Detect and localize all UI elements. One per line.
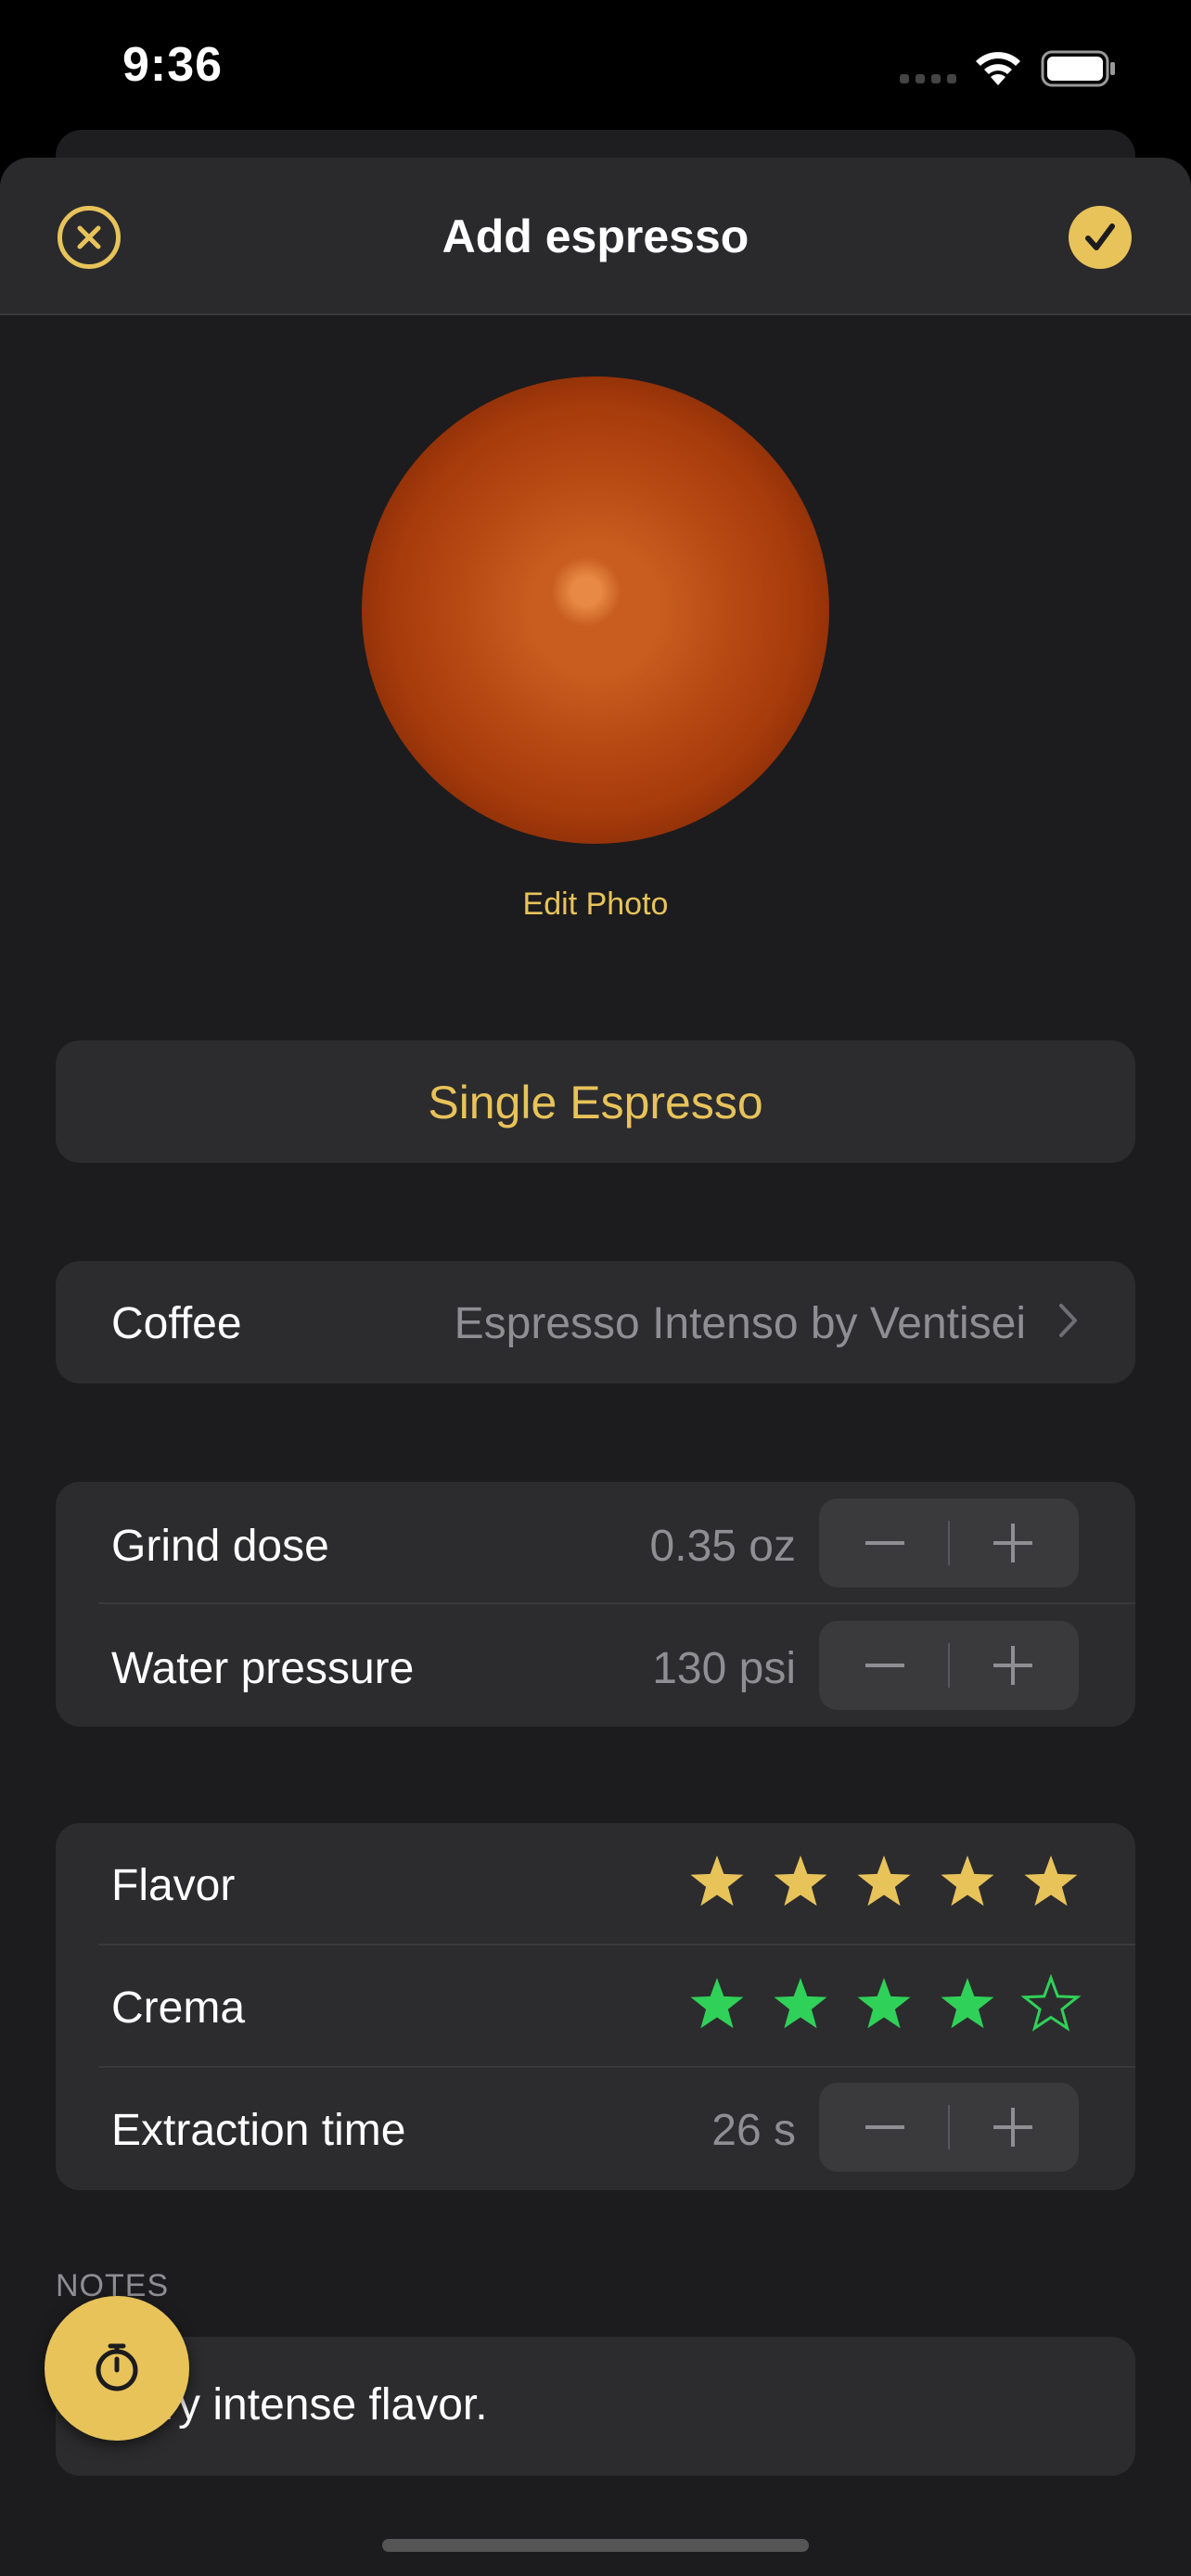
add-espresso-sheet: Add espresso Edit Photo Single Espresso … xyxy=(0,158,1191,2576)
decrement-button[interactable] xyxy=(865,1541,904,1545)
star-filled-icon[interactable] xyxy=(1020,1851,1082,1912)
dose-settings-card: Grind dose 0.35 oz Water pressure 130 ps… xyxy=(56,1482,1135,1727)
star-filled-icon[interactable] xyxy=(686,1851,748,1912)
rating-card: Flavor Crema Extraction time 26 s xyxy=(56,1823,1135,2190)
extraction-time-stepper xyxy=(819,2083,1079,2172)
divider xyxy=(98,1944,1135,1945)
divider xyxy=(98,1602,1135,1604)
water-pressure-stepper xyxy=(819,1621,1079,1710)
water-pressure-label: Water pressure xyxy=(111,1644,415,1693)
status-time: 9:36 xyxy=(122,38,224,92)
star-filled-icon[interactable] xyxy=(770,1851,831,1912)
espresso-photo[interactable] xyxy=(362,376,829,844)
wifi-icon xyxy=(976,52,1020,85)
drink-name-field[interactable]: Single Espresso xyxy=(56,1040,1135,1163)
divider xyxy=(98,2066,1135,2068)
crema-label: Crema xyxy=(111,1983,246,2033)
done-button[interactable] xyxy=(1069,206,1132,269)
coffee-label: Coffee xyxy=(111,1299,242,1348)
decrement-button[interactable] xyxy=(865,1664,904,1667)
status-bar: 9:36 xyxy=(0,0,1191,139)
notes-field[interactable]: Very intense flavor. xyxy=(56,2337,1135,2476)
checkmark-icon xyxy=(1085,223,1115,250)
star-filled-icon[interactable] xyxy=(686,1973,748,2034)
coffee-value: Espresso Intenso by Ventisei xyxy=(454,1299,1026,1348)
crema-rating[interactable] xyxy=(686,1973,1122,2047)
star-filled-icon[interactable] xyxy=(937,1973,998,2034)
navigation-bar: Add espresso xyxy=(0,158,1191,315)
timer-button[interactable] xyxy=(45,2296,189,2441)
coffee-row[interactable]: Coffee Espresso Intenso by Ventisei xyxy=(56,1261,1135,1384)
decrement-button[interactable] xyxy=(865,2125,904,2129)
chevron-right-icon xyxy=(1059,1304,1077,1337)
star-filled-icon[interactable] xyxy=(937,1851,998,1912)
page-title: Add espresso xyxy=(442,210,749,262)
extraction-time-value: 26 s xyxy=(711,2106,796,2155)
water-pressure-value: 130 psi xyxy=(652,1644,796,1693)
flavor-rating[interactable] xyxy=(686,1851,1122,1925)
drink-name-value: Single Espresso xyxy=(428,1077,763,1129)
stopwatch-icon xyxy=(96,2343,138,2391)
edit-photo-button[interactable]: Edit Photo xyxy=(0,886,1191,923)
extraction-time-label: Extraction time xyxy=(111,2106,406,2155)
star-filled-icon[interactable] xyxy=(770,1973,831,2034)
star-empty-icon[interactable] xyxy=(1020,1973,1082,2034)
grind-dose-stepper xyxy=(819,1498,1079,1588)
home-indicator xyxy=(382,2539,809,2552)
star-filled-icon[interactable] xyxy=(853,1851,915,1912)
cellular-signal-icon xyxy=(900,74,956,83)
grind-dose-value: 0.35 oz xyxy=(649,1522,796,1571)
battery-icon xyxy=(1041,50,1115,87)
star-filled-icon[interactable] xyxy=(853,1973,915,2034)
grind-dose-label: Grind dose xyxy=(111,1522,329,1571)
flavor-label: Flavor xyxy=(111,1861,236,1910)
